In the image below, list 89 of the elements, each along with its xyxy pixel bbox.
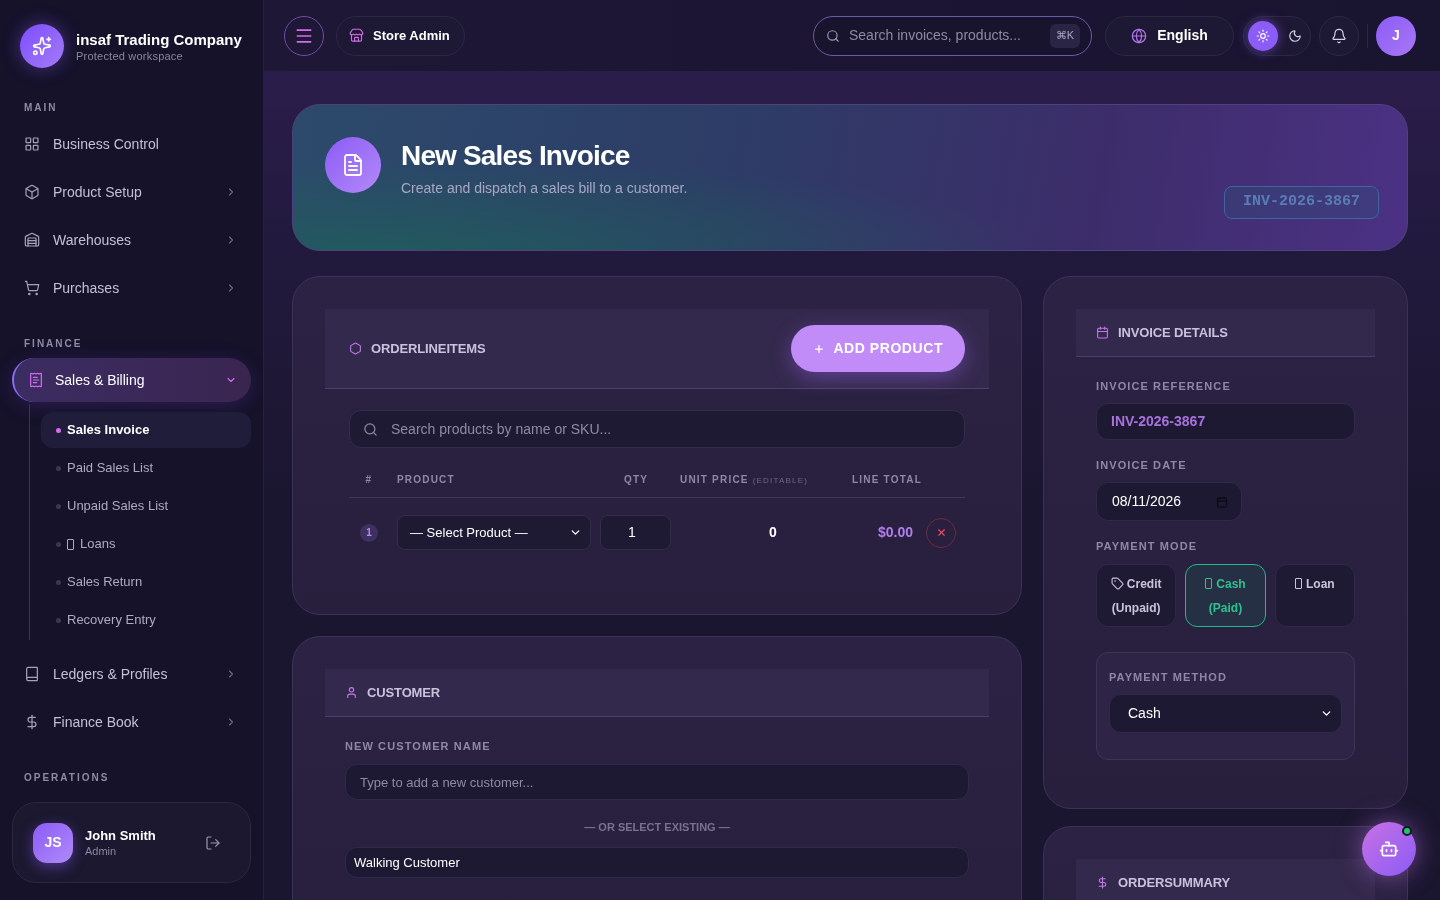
column-header: LINE TOTAL: [852, 473, 922, 485]
product-search-field[interactable]: Search products by name or SKU...: [349, 410, 965, 448]
language-button[interactable]: English: [1105, 15, 1234, 56]
missing-glyph-icon: [1205, 578, 1213, 589]
card-title: INVOICE DETAILS: [1118, 323, 1228, 342]
x-icon: [935, 527, 947, 538]
sun-icon: [1255, 28, 1270, 43]
field-label: INVOICE REFERENCE: [1096, 379, 1232, 393]
nav-item[interactable]: Warehouses: [12, 218, 251, 262]
globe-icon: [1131, 27, 1148, 44]
unit-price-input[interactable]: 0: [769, 522, 777, 543]
user-role: Admin: [85, 844, 118, 858]
section-label: FINANCE: [23, 337, 84, 351]
workspace-tagline: Protected workspace: [76, 48, 184, 63]
plus-icon: [813, 342, 826, 355]
hexagon-icon: [349, 342, 362, 355]
section-label: MAIN: [23, 101, 59, 115]
profile-avatar[interactable]: J: [1376, 15, 1416, 56]
nav-item[interactable]: Sales & Billing: [12, 358, 251, 402]
logo-icon: [20, 24, 64, 68]
page-subtitle: Create and dispatch a sales bill to a customer.: [401, 179, 688, 198]
product-select[interactable]: — Select Product —: [397, 515, 591, 550]
column-header: UNIT PRICE (EDITABLE): [680, 473, 809, 485]
payment-method-select[interactable]: Cash: [1109, 694, 1342, 733]
date-input[interactable]: 08/11/2026: [1096, 482, 1242, 521]
card-title: ORDERSUMMARY: [1118, 873, 1231, 892]
warehouse-icon: [24, 232, 40, 248]
field-label: PAYMENT MODE: [1096, 539, 1199, 553]
search-icon: [363, 421, 378, 437]
line-total: $0.00: [877, 523, 913, 542]
book-icon: [24, 666, 40, 682]
column-header: QTY: [624, 473, 649, 485]
dollar-icon: [1096, 876, 1109, 889]
section-label: OPERATIONS: [23, 771, 111, 785]
invoice-reference-input[interactable]: INV-2026-3867: [1096, 403, 1355, 440]
payment-mode-option[interactable]: Credit (Unpaid): [1096, 564, 1177, 627]
customer-name-input[interactable]: Type to add a new customer...: [345, 764, 969, 800]
receipt-icon: [28, 372, 44, 388]
column-header: #: [365, 473, 373, 485]
submenu-item[interactable]: Unpaid Sales List: [41, 488, 251, 524]
logout-icon[interactable]: [205, 834, 221, 851]
calendar-icon: [1216, 495, 1228, 508]
payment-mode-option[interactable]: Cash (Paid): [1185, 564, 1266, 627]
column-header: PRODUCT: [397, 473, 455, 485]
company-name: insaf Trading Company: [76, 29, 242, 49]
invoice-number-badge: INV-2026-3867: [1224, 186, 1379, 219]
missing-glyph-icon: [67, 538, 74, 550]
tag-icon: [1110, 577, 1124, 590]
user-avatar: JS: [33, 822, 73, 863]
nav-item[interactable]: Purchases: [12, 266, 251, 310]
submenu-item[interactable]: Loans: [41, 526, 251, 562]
nav-item[interactable]: Product Setup: [12, 170, 251, 214]
payment-mode-option[interactable]: Loan: [1274, 564, 1355, 627]
cart-icon: [24, 280, 40, 296]
workspace-button[interactable]: Store Admin: [336, 15, 465, 56]
user-icon: [345, 686, 358, 699]
theme-option[interactable]: [1248, 20, 1278, 51]
dollar-icon: [24, 714, 40, 730]
moon-icon: [1288, 28, 1303, 43]
nav-item[interactable]: Business Control: [12, 122, 251, 166]
missing-glyph-icon: [1295, 578, 1302, 589]
notifications-button[interactable]: [1319, 15, 1359, 56]
customer-select[interactable]: Walking Customer: [345, 847, 969, 878]
calendar-icon: [1096, 326, 1109, 339]
document-icon: [325, 137, 381, 193]
cube-icon: [24, 184, 40, 200]
keyboard-shortcut: ⌘K: [1049, 23, 1080, 48]
nav-item[interactable]: Finance Book: [12, 700, 251, 744]
search-icon: [826, 28, 840, 43]
divider-label: — OR SELECT EXISTING —: [584, 820, 730, 834]
card-title: ORDERLINEITEMS: [371, 339, 486, 358]
quantity-input[interactable]: 1: [600, 515, 671, 550]
bell-icon: [1331, 27, 1347, 44]
submenu-item[interactable]: Paid Sales List: [41, 450, 251, 486]
nav-item[interactable]: Ledgers & Profiles: [12, 652, 251, 696]
user-name: John Smith: [85, 827, 157, 844]
store-icon: [349, 28, 364, 43]
page-title: New Sales Invoice: [401, 140, 631, 172]
grid-icon: [24, 136, 40, 152]
submenu-item[interactable]: Recovery Entry: [41, 602, 251, 638]
search-field[interactable]: Search invoices, products... ⌘K: [813, 15, 1092, 56]
robot-icon: [1379, 839, 1399, 859]
row-number: 1: [360, 523, 378, 542]
field-label: INVOICE DATE: [1096, 458, 1188, 472]
card-title: CUSTOMER: [367, 683, 441, 702]
submenu-item[interactable]: Sales Invoice: [41, 412, 251, 448]
field-label: NEW CUSTOMER NAME: [345, 739, 492, 753]
field-label: PAYMENT METHOD: [1109, 670, 1229, 684]
submenu-item[interactable]: Sales Return: [41, 564, 251, 600]
